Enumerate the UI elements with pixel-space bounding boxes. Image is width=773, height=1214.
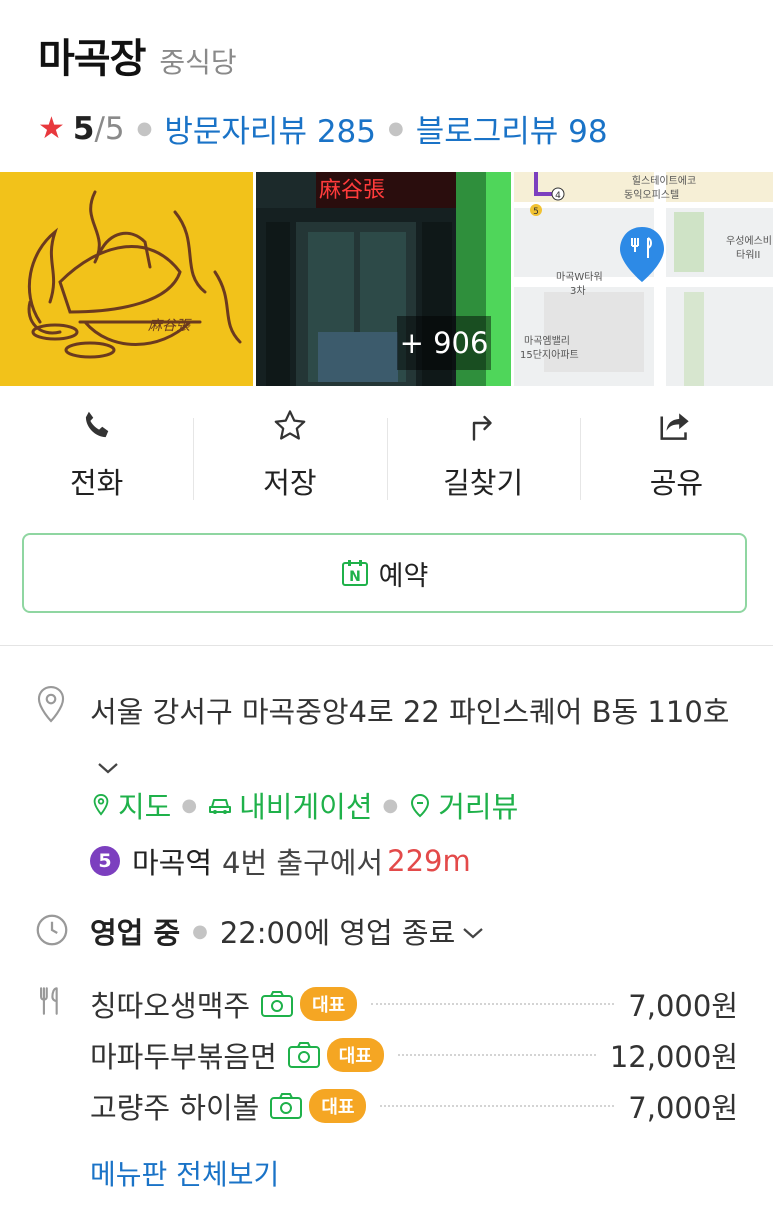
subway-distance: 229m <box>387 844 471 878</box>
separator-dot: ● <box>181 794 198 816</box>
separator-dot: ● <box>192 920 208 942</box>
directions-label: 길찾기 <box>443 466 524 500</box>
neon-sign-text: 麻谷張 <box>319 178 385 203</box>
menu-item-name: 고량주 하이볼 <box>90 1090 260 1125</box>
directions-icon <box>461 404 505 448</box>
camera-icon <box>269 1092 303 1120</box>
section-divider <box>0 645 773 646</box>
subway-station: 마곡역 <box>132 846 213 880</box>
car-icon <box>209 799 232 814</box>
svg-text:마곡엠밸리: 마곡엠밸리 <box>524 335 570 347</box>
street-view-link-label: 거리뷰 <box>438 790 519 824</box>
separator-dot: ● <box>388 118 404 139</box>
subway-info: 5 마곡역 4번 출구에서 229m <box>90 840 471 882</box>
title-row: 마곡장 중식당 <box>38 26 738 84</box>
menu-item-name: 칭따오생맥주 <box>90 988 251 1023</box>
place-name: 마곡장 <box>38 36 146 82</box>
representative-badge: 대표 <box>309 1088 367 1123</box>
share-icon <box>654 404 698 448</box>
menu-view-all-link[interactable]: 메뉴판 전체보기 <box>90 1153 279 1193</box>
rating-max: /5 <box>94 110 125 147</box>
directions-button[interactable]: 길찾기 <box>386 398 580 508</box>
camera-icon <box>287 1041 321 1069</box>
dotted-leader <box>371 1002 615 1005</box>
representative-badge: 대표 <box>300 986 358 1021</box>
action-bar: 전화 저장 길찾기 공유 <box>0 398 773 508</box>
rating-value: 5 <box>72 110 95 147</box>
menu-item[interactable]: 마파두부볶음면 대표 12,000원 <box>90 1029 738 1080</box>
map-pin-small-icon <box>93 793 109 816</box>
rating-row: ★ 5 /5 ● 방문자리뷰 285 ● 블로그리뷰 98 <box>38 106 738 151</box>
naver-calendar-icon: N <box>341 560 368 586</box>
blog-review-link[interactable]: 블로그리뷰 98 <box>416 106 608 151</box>
camera-icon <box>260 990 294 1018</box>
call-button[interactable]: 전화 <box>0 398 193 508</box>
svg-text:15단지아파트: 15단지아파트 <box>520 349 579 361</box>
place-category: 중식당 <box>159 46 237 79</box>
star-icon <box>268 404 312 448</box>
svg-text:힐스테이트에코: 힐스테이트에코 <box>632 174 696 187</box>
share-label: 공유 <box>649 466 704 500</box>
navigation-link[interactable]: 내비게이션 <box>207 784 373 826</box>
svg-text:마곡W타워: 마곡W타워 <box>556 270 603 283</box>
svg-text:N: N <box>349 569 361 585</box>
menu-item-price: 7,000원 <box>628 988 738 1023</box>
navigation-link-label: 내비게이션 <box>239 790 373 824</box>
location-pin-icon <box>34 684 68 724</box>
call-label: 전화 <box>69 466 124 500</box>
subway-line-badge: 5 <box>90 846 120 876</box>
menu-item-price: 7,000원 <box>628 1090 738 1125</box>
menu-item-price: 12,000원 <box>609 1039 738 1074</box>
street-view-link[interactable]: 거리뷰 <box>408 784 518 826</box>
svg-text:5: 5 <box>533 207 539 217</box>
logo-illustration: 麻谷張 <box>0 172 254 386</box>
dotted-leader <box>380 1104 615 1107</box>
reserve-label: 예약 <box>378 560 429 592</box>
logo-text: 麻谷張 <box>148 318 192 334</box>
street-view-icon <box>411 793 430 818</box>
svg-text:3차: 3차 <box>570 285 586 297</box>
phone-icon <box>75 404 119 448</box>
menu-list: 칭따오생맥주 대표 7,000원 마파두부볶음면 대표 12,000원 고량주 … <box>90 978 738 1193</box>
menu-item[interactable]: 고량주 하이볼 대표 7,000원 <box>90 1080 738 1131</box>
svg-text:타워II: 타워II <box>736 248 760 261</box>
photo-map[interactable]: 5 4 힐스테이트에코 동익오피스텔 마곡W타워 3차 마곡엠밸리 15단지아파… <box>514 172 773 386</box>
representative-badge: 대표 <box>326 1037 384 1072</box>
address-text[interactable]: 서울 강서구 마곡중앙4로 22 파인스퀘어 B동 110호 <box>90 686 740 792</box>
photo-logo[interactable]: 麻谷張 <box>0 172 254 386</box>
hours-detail: 22:00에 영업 종료 <box>219 916 456 950</box>
map-link[interactable]: 지도 <box>90 784 171 826</box>
svg-text:우성에스비: 우성에스비 <box>726 235 772 247</box>
utensils-icon <box>34 984 68 1024</box>
svg-text:동익오피스텔: 동익오피스텔 <box>624 189 679 201</box>
separator-dot: ● <box>136 118 153 139</box>
photo-more-count[interactable]: + 906 <box>397 316 492 370</box>
hours-row[interactable]: 영업 중 ● 22:00에 영업 종료 <box>90 910 485 952</box>
address-links: 지도 ● 내비게이션 ● 거리뷰 <box>90 784 518 826</box>
save-button[interactable]: 저장 <box>193 398 386 508</box>
visitor-review-link[interactable]: 방문자리뷰 285 <box>164 106 376 151</box>
rating-star-icon: ★ <box>38 111 65 146</box>
share-button[interactable]: 공유 <box>579 398 773 508</box>
photo-storefront[interactable]: 麻谷張 + 906 <box>256 172 512 386</box>
dotted-leader <box>397 1053 596 1056</box>
place-header: 마곡장 중식당 ★ 5 /5 ● 방문자리뷰 285 ● 블로그리뷰 98 <box>38 26 738 151</box>
reserve-button[interactable]: N 예약 <box>22 533 747 613</box>
subway-exit: 4번 출구에서 <box>222 846 384 880</box>
save-label: 저장 <box>263 466 317 500</box>
menu-item[interactable]: 칭따오생맥주 대표 7,000원 <box>90 978 738 1029</box>
clock-icon <box>34 912 68 952</box>
menu-item-name: 마파두부볶음면 <box>90 1039 277 1074</box>
mini-map: 5 4 힐스테이트에코 동익오피스텔 마곡W타워 3차 마곡엠밸리 15단지아파… <box>514 172 773 386</box>
separator-dot: ● <box>382 794 399 816</box>
svg-text:4: 4 <box>555 191 561 201</box>
map-link-label: 지도 <box>118 790 172 824</box>
hours-status: 영업 중 <box>90 916 181 950</box>
photo-strip: 麻谷張 麻谷張 + 906 5 4 힐스테이트에코 동익오피스텔 마곡W타워 3… <box>0 172 773 386</box>
address-value: 서울 강서구 마곡중앙4로 22 파인스퀘어 B동 110호 <box>90 695 730 729</box>
chevron-down-icon[interactable] <box>461 914 485 948</box>
